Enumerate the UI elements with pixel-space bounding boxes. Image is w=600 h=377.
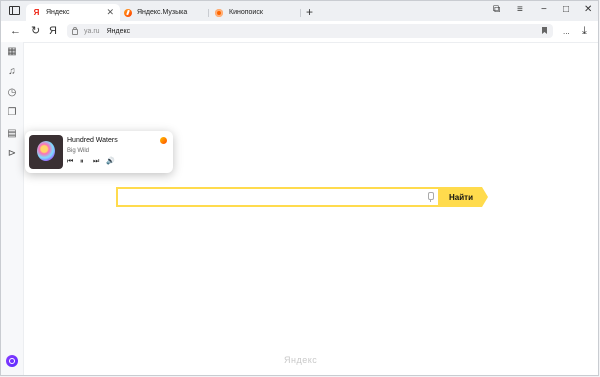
- pause-icon[interactable]: ⏸: [80, 158, 84, 166]
- tab-title: Яндекс.Музыка: [137, 9, 188, 16]
- media-play-icon[interactable]: ⊳: [7, 149, 17, 159]
- kinopoisk-icon: [215, 8, 223, 17]
- toolbar: ← ↻ Я ya.ru Яндекс ... ⤓: [1, 21, 598, 43]
- tabs-overview-icon[interactable]: ⧉: [493, 4, 500, 15]
- track-artist: Big Wild: [67, 148, 90, 154]
- new-tab-button[interactable]: +: [306, 5, 313, 19]
- tab-separator: [208, 9, 209, 17]
- minimize-icon[interactable]: −: [541, 4, 547, 15]
- yandex-music-icon: [124, 8, 132, 17]
- tab-yandex[interactable]: Я Яндекс ✕: [26, 4, 120, 21]
- maximize-icon[interactable]: □: [563, 4, 569, 15]
- sidebar: ▦ ♫ ◷ ❐ ▤ ⊳: [1, 42, 24, 375]
- notes-icon[interactable]: ▤: [7, 129, 17, 139]
- microphone-icon[interactable]: [428, 192, 434, 202]
- download-icon[interactable]: ⤓: [582, 25, 587, 37]
- tab-title: Кинопоиск: [229, 9, 263, 16]
- menu-icon[interactable]: ≡: [517, 4, 523, 15]
- search-input[interactable]: [122, 191, 426, 208]
- volume-icon[interactable]: 🔊: [106, 158, 115, 166]
- more-menu-button[interactable]: ...: [563, 26, 570, 38]
- album-art-flower: [37, 141, 55, 161]
- alice-assistant-icon[interactable]: [6, 355, 18, 367]
- tab-kinopoisk[interactable]: Кинопоиск: [211, 4, 299, 21]
- music-player-popup: Hundred Waters Big Wild ⏮ ⏸ ⏭ 🔊: [25, 131, 173, 173]
- tab-yandex-music[interactable]: Яндекс.Музыка: [120, 4, 208, 21]
- address-domain: ya.ru: [84, 27, 100, 35]
- close-tab-icon[interactable]: ✕: [106, 7, 114, 18]
- sidebar-toggle-icon[interactable]: [9, 6, 20, 15]
- collections-icon[interactable]: ❐: [7, 108, 17, 118]
- close-window-icon[interactable]: ✕: [584, 4, 592, 15]
- yandex-footer-logo: Яндекс: [284, 355, 318, 365]
- reload-icon[interactable]: ↻: [31, 25, 40, 37]
- lock-icon: [72, 27, 78, 35]
- notifications-icon[interactable]: ♫: [7, 67, 17, 77]
- services-grid-icon[interactable]: ▦: [7, 47, 17, 57]
- yandex-music-icon[interactable]: [160, 137, 167, 144]
- yandex-logo-icon[interactable]: Я: [49, 25, 57, 37]
- previous-track-icon[interactable]: ⏮: [67, 158, 73, 166]
- browser-window: Я Яндекс ✕ Яндекс.Музыка Кинопоиск + ⧉ ≡…: [0, 0, 599, 376]
- tab-title: Яндекс: [46, 9, 70, 16]
- title-bar: Я Яндекс ✕ Яндекс.Музыка Кинопоиск + ⧉ ≡…: [1, 1, 598, 21]
- address-bar[interactable]: ya.ru Яндекс: [67, 24, 553, 38]
- yandex-favicon-icon: Я: [33, 8, 40, 17]
- history-icon[interactable]: ◷: [7, 88, 17, 98]
- search-button[interactable]: Найти: [438, 187, 488, 207]
- album-cover: [29, 135, 63, 169]
- track-title: Hundred Waters: [67, 137, 118, 144]
- tab-separator: [300, 9, 301, 17]
- address-page-title: Яндекс: [106, 27, 131, 35]
- search-box: [116, 187, 438, 208]
- next-track-icon[interactable]: ⏭: [93, 158, 99, 166]
- bookmark-icon[interactable]: [542, 27, 547, 34]
- back-icon[interactable]: ←: [10, 25, 21, 37]
